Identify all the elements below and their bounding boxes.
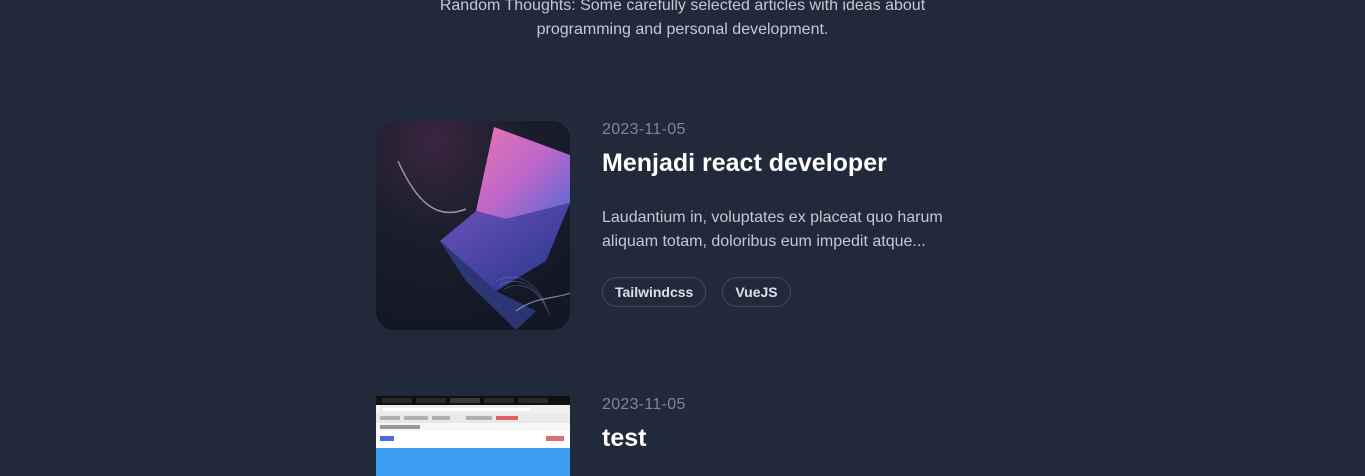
intro-line-2: programming and personal development. [536, 21, 829, 38]
article-title[interactable]: Menjadi react developer [602, 149, 1002, 178]
page-intro: Random Thoughts: Some carefully selected… [0, 0, 1365, 42]
article-meta: 2023-11-05 test [602, 396, 1002, 453]
tag-vuejs[interactable]: VueJS [722, 277, 791, 307]
browser-screenshot-image [376, 396, 570, 476]
article-thumbnail[interactable] [376, 396, 570, 476]
article-meta: 2023-11-05 Menjadi react developer Lauda… [602, 121, 1002, 307]
article-excerpt: Laudantium in, voluptates ex placeat quo… [602, 209, 943, 250]
article-title[interactable]: test [602, 424, 1002, 453]
abstract-art-image [376, 121, 570, 330]
intro-line-1: Random Thoughts: Some carefully selected… [439, 0, 926, 14]
tag-tailwindcss[interactable]: Tailwindcss [602, 277, 707, 307]
article-tags: Tailwindcss VueJS [602, 277, 1002, 307]
article-date: 2023-11-05 [602, 396, 686, 413]
article-date: 2023-11-05 [602, 121, 686, 138]
article-thumbnail[interactable] [376, 121, 570, 330]
